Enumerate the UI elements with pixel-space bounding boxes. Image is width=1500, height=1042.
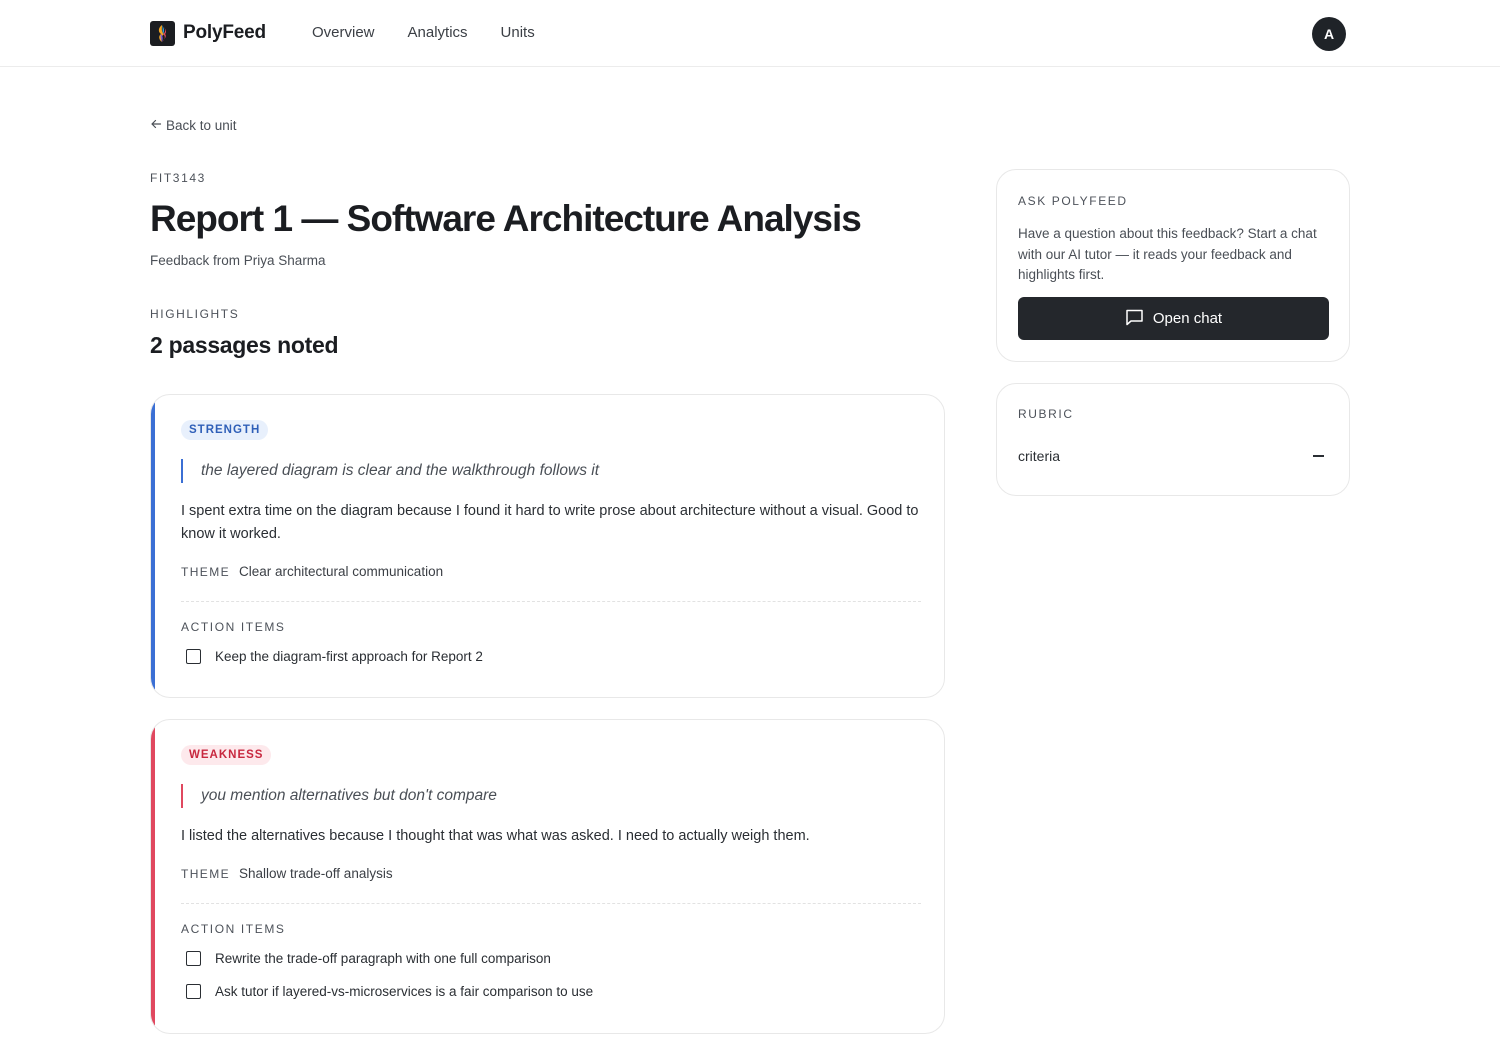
theme-value: Clear architectural communication <box>239 564 444 579</box>
open-chat-label: Open chat <box>1152 310 1223 327</box>
user-avatar[interactable]: A <box>1312 17 1346 51</box>
action-item[interactable]: Ask tutor if layered-vs-microservices is… <box>186 984 593 999</box>
rubric-label: RUBRIC <box>1018 407 1074 421</box>
action-item-checkbox[interactable] <box>186 649 201 664</box>
nav-units[interactable]: Units <box>501 24 535 41</box>
action-item[interactable]: Rewrite the trade-off paragraph with one… <box>186 951 551 966</box>
student-reflection: I listed the alternatives because I thou… <box>181 828 810 844</box>
ask-polyfeed-description: Have a question about this feedback? Sta… <box>1018 226 1317 282</box>
action-item-checkbox[interactable] <box>186 951 201 966</box>
action-item-text: Rewrite the trade-off paragraph with one… <box>215 951 551 966</box>
ask-polyfeed-panel: ASK POLYFEED Have a question about this … <box>996 169 1350 362</box>
rubric-criteria-toggle[interactable]: criteria <box>1018 448 1330 464</box>
highlights-count: 2 passages noted <box>150 332 339 358</box>
back-to-unit-link[interactable]: Back to unit <box>150 118 237 133</box>
page-title: Report 1 — Software Architecture Analysi… <box>150 198 862 239</box>
open-chat-button[interactable]: Open chat <box>1018 297 1329 340</box>
theme-row: THEME Clear architectural communication <box>181 564 443 579</box>
highlights-label: HIGHLIGHTS <box>150 307 240 321</box>
theme-value: Shallow trade-off analysis <box>239 866 393 881</box>
rubric-criteria-label: criteria <box>1018 448 1061 464</box>
card-accent-bar <box>151 395 155 697</box>
brand-name: PolyFeed <box>183 22 266 43</box>
action-item-text: Keep the diagram-first approach for Repo… <box>215 649 483 664</box>
back-label: Back to unit <box>166 118 237 133</box>
student-reflection: I spent extra time on the diagram becaus… <box>181 503 919 542</box>
nav-overview[interactable]: Overview <box>312 24 375 41</box>
highlight-card-strength: STRENGTH the layered diagram is clear an… <box>150 394 945 698</box>
theme-label: THEME <box>181 867 230 881</box>
highlight-card-weakness: WEAKNESS you mention alternatives but do… <box>150 719 945 1034</box>
ask-polyfeed-label: ASK POLYFEED <box>1018 194 1128 208</box>
main-nav: Overview Analytics Units <box>312 24 568 41</box>
arrow-left-icon <box>150 118 162 133</box>
top-navigation-bar: PolyFeed Overview Analytics Units A <box>0 0 1500 67</box>
feedback-author: Feedback from Priya Sharma <box>150 253 326 268</box>
action-items-label: ACTION ITEMS <box>181 922 286 936</box>
polyfeed-logo-icon <box>150 20 175 46</box>
strength-badge: STRENGTH <box>181 420 269 440</box>
weakness-badge: WEAKNESS <box>181 745 272 765</box>
chat-bubble-icon <box>1125 308 1144 330</box>
brand[interactable]: PolyFeed <box>150 20 266 46</box>
action-item-text: Ask tutor if layered-vs-microservices is… <box>215 984 594 999</box>
divider <box>181 601 921 602</box>
unit-code: FIT3143 <box>150 171 206 185</box>
rubric-panel: RUBRIC criteria <box>996 383 1350 496</box>
action-item-checkbox[interactable] <box>186 984 201 999</box>
collapse-minus-icon <box>1313 455 1324 457</box>
theme-label: THEME <box>181 565 230 579</box>
action-items-label: ACTION ITEMS <box>181 620 286 634</box>
highlight-quote: you mention alternatives but don't compa… <box>181 784 497 808</box>
divider <box>181 903 921 904</box>
card-accent-bar <box>151 720 155 1033</box>
nav-analytics[interactable]: Analytics <box>408 24 468 41</box>
highlight-quote: the layered diagram is clear and the wal… <box>181 459 599 483</box>
action-item[interactable]: Keep the diagram-first approach for Repo… <box>186 649 483 664</box>
theme-row: THEME Shallow trade-off analysis <box>181 866 393 881</box>
